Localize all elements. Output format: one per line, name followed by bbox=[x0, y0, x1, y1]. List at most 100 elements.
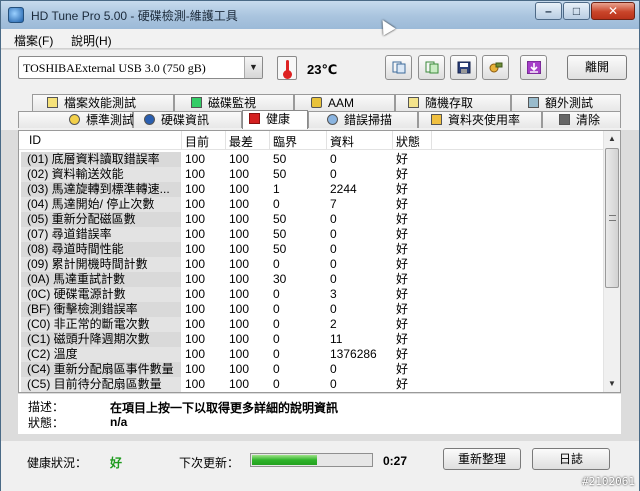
table-row[interactable]: (C5) 目前待分配扇區數量 100 100 0 0 好 bbox=[19, 377, 603, 392]
col-header-worst[interactable]: 最差 bbox=[229, 133, 253, 150]
cell-status: 好 bbox=[396, 377, 409, 391]
vertical-scrollbar[interactable]: ▲ ▼ bbox=[603, 131, 620, 392]
cell-worst: 100 bbox=[229, 257, 250, 271]
random-access-icon bbox=[408, 97, 419, 108]
table-row[interactable]: (01) 底層資料讀取錯誤率 100 100 50 0 好 bbox=[19, 152, 603, 167]
cell-worst: 100 bbox=[229, 287, 250, 301]
minimize-button[interactable]: – bbox=[535, 2, 562, 20]
cell-data: 7 bbox=[330, 197, 337, 211]
table-row[interactable]: (0A) 馬達重試計數 100 100 30 0 好 bbox=[19, 272, 603, 287]
col-header-id[interactable]: ID bbox=[29, 133, 41, 147]
tab-random-access[interactable]: 隨機存取 bbox=[395, 94, 511, 111]
exit-button[interactable]: 離開 bbox=[567, 55, 627, 80]
cell-current: 100 bbox=[185, 152, 206, 166]
cell-threshold: 0 bbox=[273, 317, 280, 331]
scroll-down-icon[interactable]: ▼ bbox=[604, 376, 620, 392]
drive-selector[interactable]: TOSHIBAExternal USB 3.0 (750 gB) ▼ bbox=[18, 56, 263, 79]
col-header-data[interactable]: 資料 bbox=[330, 133, 354, 150]
table-row[interactable]: (0C) 硬碟電源計數 100 100 0 3 好 bbox=[19, 287, 603, 302]
cell-data: 2244 bbox=[330, 182, 357, 196]
tab-error-scan[interactable]: 錯誤掃描 bbox=[308, 111, 418, 128]
table-row[interactable]: (BF) 衝擊檢測錯誤率 100 100 0 0 好 bbox=[19, 302, 603, 317]
table-row[interactable]: (05) 重新分配磁區數 100 100 50 0 好 bbox=[19, 212, 603, 227]
tab-file-benchmark[interactable]: 檔案效能測試 bbox=[32, 94, 174, 111]
cell-status: 好 bbox=[396, 317, 409, 331]
cell-data: 3 bbox=[330, 287, 337, 301]
table-row[interactable]: (03) 馬達旋轉到標準轉速... 100 100 1 2244 好 bbox=[19, 182, 603, 197]
cell-current: 100 bbox=[185, 242, 206, 256]
cell-current: 100 bbox=[185, 302, 206, 316]
table-row[interactable]: (02) 資料輸送效能 100 100 50 0 好 bbox=[19, 167, 603, 182]
tab-disk-monitor[interactable]: 磁碟監視 bbox=[174, 94, 294, 111]
description-panel: 描述： 在項目上按一下以取得更多詳細的說明資訊 狀態： n/a bbox=[18, 394, 621, 434]
col-header-threshold[interactable]: 臨界 bbox=[273, 133, 297, 150]
cell-threshold: 50 bbox=[273, 227, 287, 241]
table-row[interactable]: (C2) 溫度 100 100 0 1376286 好 bbox=[19, 347, 603, 362]
table-row[interactable]: (C4) 重新分配扇區事件數量 100 100 0 0 好 bbox=[19, 362, 603, 377]
cell-status: 好 bbox=[396, 227, 409, 241]
tab-extra-tests[interactable]: 額外測試 bbox=[511, 94, 621, 111]
cell-threshold: 0 bbox=[273, 332, 280, 346]
tab-health[interactable]: 健康 bbox=[242, 110, 308, 129]
cell-id: (C4) 重新分配扇區事件數量 bbox=[21, 362, 181, 377]
table-row[interactable]: (C0) 非正常的斷電次數 100 100 0 2 好 bbox=[19, 317, 603, 332]
tab-folder-usage[interactable]: 資料夾使用率 bbox=[418, 111, 542, 128]
cell-id: (02) 資料輸送效能 bbox=[21, 167, 181, 182]
copy-screen-button[interactable] bbox=[418, 55, 445, 80]
smart-table[interactable]: ID 目前 最差 臨界 資料 狀態 (01) 底層資料讀取錯誤率 100 100 50… bbox=[18, 130, 621, 393]
cell-threshold: 0 bbox=[273, 287, 280, 301]
table-row[interactable]: (04) 馬達開始/ 停止次數 100 100 0 7 好 bbox=[19, 197, 603, 212]
tab-benchmark[interactable]: 標準測試 bbox=[18, 111, 134, 128]
options-icon bbox=[489, 62, 503, 73]
menu-file[interactable]: 檔案(F) bbox=[14, 32, 53, 49]
maximize-button[interactable]: □ bbox=[563, 2, 590, 20]
table-row[interactable]: (C1) 磁頭升降週期次數 100 100 0 11 好 bbox=[19, 332, 603, 347]
cell-worst: 100 bbox=[229, 302, 250, 316]
cell-data: 0 bbox=[330, 227, 337, 241]
table-row[interactable]: (08) 尋道時間性能 100 100 50 0 好 bbox=[19, 242, 603, 257]
menu-help[interactable]: 說明(H) bbox=[71, 32, 112, 49]
table-row[interactable]: (09) 累計開機時間計數 100 100 0 0 好 bbox=[19, 257, 603, 272]
cell-status: 好 bbox=[396, 182, 409, 196]
extra-tests-icon bbox=[528, 97, 539, 108]
cell-threshold: 1 bbox=[273, 182, 280, 196]
cell-data: 0 bbox=[330, 212, 337, 226]
window-title: HD Tune Pro 5.00 - 硬碟檢測-維護工具 bbox=[31, 9, 238, 23]
cell-id: (01) 底層資料讀取錯誤率 bbox=[21, 152, 181, 167]
table-header: ID 目前 最差 臨界 資料 狀態 bbox=[19, 131, 603, 150]
copy-info-button[interactable] bbox=[385, 55, 412, 80]
cell-threshold: 50 bbox=[273, 152, 287, 166]
cell-current: 100 bbox=[185, 227, 206, 241]
hdtune-app-icon bbox=[8, 7, 24, 23]
erase-icon bbox=[559, 114, 570, 125]
update-progress-bar bbox=[250, 453, 373, 467]
scroll-up-icon[interactable]: ▲ bbox=[604, 131, 620, 147]
download-button[interactable] bbox=[520, 55, 547, 80]
refresh-button[interactable]: 重新整理 bbox=[443, 448, 521, 470]
log-button[interactable]: 日誌 bbox=[532, 448, 610, 470]
close-icon: ✕ bbox=[607, 4, 619, 18]
tab-erase[interactable]: 清除 bbox=[542, 111, 621, 128]
col-header-status[interactable]: 狀態 bbox=[396, 133, 420, 150]
close-button[interactable]: ✕ bbox=[591, 2, 635, 20]
title-bar[interactable]: HD Tune Pro 5.00 - 硬碟檢測-維護工具 – □ ✕ bbox=[1, 1, 639, 29]
tab-label: 額外測試 bbox=[545, 96, 594, 110]
chevron-down-icon[interactable]: ▼ bbox=[244, 57, 262, 78]
cell-worst: 100 bbox=[229, 377, 250, 391]
tab-info[interactable]: 硬碟資訊 bbox=[133, 111, 242, 128]
cell-current: 100 bbox=[185, 167, 206, 181]
cell-worst: 100 bbox=[229, 197, 250, 211]
options-button[interactable] bbox=[482, 55, 509, 80]
tab-label: 硬碟資訊 bbox=[161, 113, 210, 127]
scroll-thumb[interactable] bbox=[605, 148, 619, 288]
tab-label: 錯誤掃描 bbox=[344, 113, 393, 127]
tab-aam[interactable]: AAM bbox=[294, 94, 395, 111]
cell-status: 好 bbox=[396, 212, 409, 226]
table-row[interactable]: (07) 尋道錯誤率 100 100 50 0 好 bbox=[19, 227, 603, 242]
save-button[interactable] bbox=[450, 55, 477, 80]
description-value: 在項目上按一下以取得更多詳細的說明資訊 bbox=[110, 401, 339, 415]
speaker-icon bbox=[311, 97, 322, 108]
col-header-current[interactable]: 目前 bbox=[185, 133, 209, 150]
cell-threshold: 0 bbox=[273, 197, 280, 211]
cell-status: 好 bbox=[396, 197, 409, 211]
